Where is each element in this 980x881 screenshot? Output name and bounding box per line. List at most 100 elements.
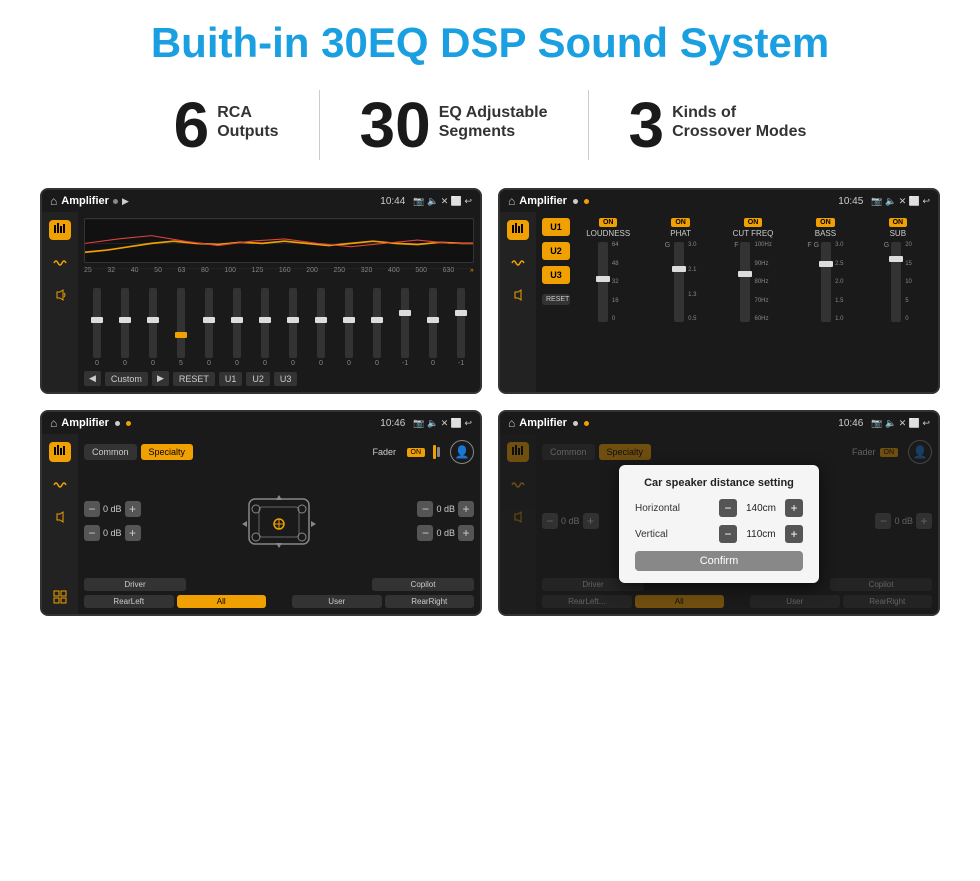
fader-sidebar-speaker-icon[interactable]: [53, 510, 67, 526]
eq-next-btn[interactable]: ▶: [152, 371, 169, 386]
crossover-title: Amplifier: [519, 195, 567, 207]
fader-vol-plus-1[interactable]: +: [125, 501, 141, 517]
cutfreq-on-badge[interactable]: ON: [744, 218, 763, 227]
eq-slider-4[interactable]: 5: [168, 288, 194, 367]
screenshots-grid: ⌂ Amplifier ▶ 10:44 📷 🔈 ✕ ⬜ ↩: [40, 188, 940, 616]
fader-on-toggle[interactable]: ON: [407, 448, 426, 457]
dialog-sidebar-wave-icon: [511, 478, 525, 494]
stat-label1-eq: EQ Adjustable: [439, 103, 548, 122]
fader-vol-minus-2[interactable]: −: [84, 525, 100, 541]
bass-slider[interactable]: [821, 242, 831, 322]
fader-profile-icon[interactable]: 👤: [450, 440, 474, 464]
eq-preset-custom[interactable]: Custom: [105, 372, 148, 386]
fader-btn-copilot[interactable]: Copilot: [372, 578, 474, 591]
fader-sidebar-wave-icon[interactable]: [53, 478, 67, 494]
dialog-vertical-plus[interactable]: +: [785, 525, 803, 543]
fader-vol-minus-1[interactable]: −: [84, 501, 100, 517]
eq-slider-9[interactable]: 0: [308, 288, 334, 367]
eq-slider-5[interactable]: 0: [196, 288, 222, 367]
dialog-horizontal-minus[interactable]: −: [719, 499, 737, 517]
crossover-sidebar-speaker-icon[interactable]: [511, 288, 525, 304]
loudness-vert-labels: 644832160: [612, 242, 619, 322]
dialog-status-icons: 📷 🔈 ✕ ⬜ ↩: [871, 418, 930, 429]
fader-vol-plus-2[interactable]: +: [125, 525, 141, 541]
eq-status-icons: 📷 🔈 ✕ ⬜ ↩: [413, 196, 472, 207]
eq-slider-11[interactable]: 0: [364, 288, 390, 367]
crossover-preset-u1[interactable]: U1: [542, 218, 570, 236]
crossover-home-icon: ⌂: [508, 194, 515, 208]
fader-content: Common Specialty Fader ON 👤: [42, 434, 480, 614]
eq-u1-btn[interactable]: U1: [219, 372, 243, 386]
eq-sidebar: [42, 212, 78, 392]
dialog-sidebar: [500, 434, 536, 614]
fader-tab-common[interactable]: Common: [84, 444, 137, 460]
eq-play-icon: ▶: [122, 196, 129, 207]
eq-sidebar-speaker-icon[interactable]: [53, 288, 67, 304]
dialog-horizontal-plus[interactable]: +: [785, 499, 803, 517]
dialog-vertical-row: Vertical − 110cm +: [635, 525, 803, 543]
phat-on-badge[interactable]: ON: [671, 218, 690, 227]
eq-graph: [84, 218, 474, 263]
eq-main-area: 253240506380100125160200250320400500630 …: [78, 212, 480, 392]
cutfreq-slider[interactable]: [740, 242, 750, 322]
dialog-horizontal-label: Horizontal: [635, 503, 695, 514]
eq-slider-7[interactable]: 0: [252, 288, 278, 367]
stat-label2-rca: Outputs: [217, 122, 278, 141]
eq-sidebar-wave-icon[interactable]: [53, 256, 67, 272]
page-container: Buith-in 30EQ DSP Sound System 6 RCA Out…: [0, 0, 980, 636]
fader-status-bar: ⌂ Amplifier 10:46 📷 🔈 ✕ ⬜ ↩: [42, 412, 480, 434]
fader-vol-plus-4[interactable]: +: [458, 525, 474, 541]
fader-sidebar-eq-icon[interactable]: [49, 442, 71, 462]
eq-slider-8[interactable]: 0: [280, 288, 306, 367]
crossover-status-icons: 📷 🔈 ✕ ⬜ ↩: [871, 196, 930, 207]
crossover-status-bar: ⌂ Amplifier 10:45 📷 🔈 ✕ ⬜ ↩: [500, 190, 938, 212]
fader-btn-rearright[interactable]: RearRight: [385, 595, 475, 608]
car-speaker-dialog[interactable]: Car speaker distance setting Horizontal …: [619, 465, 819, 583]
loudness-slider[interactable]: [598, 242, 608, 322]
fader-sidebar-expand-icon[interactable]: [53, 590, 67, 606]
eq-slider-1[interactable]: 0: [84, 288, 110, 367]
fader-status-time: 10:46: [380, 418, 405, 429]
fader-vol-minus-3[interactable]: −: [417, 501, 433, 517]
crossover-reset-btn[interactable]: RESET: [542, 294, 570, 305]
bass-label: BASS: [815, 229, 836, 238]
eq-slider-2[interactable]: 0: [112, 288, 138, 367]
fader-btn-all[interactable]: All: [177, 595, 267, 608]
fader-btn-driver[interactable]: Driver: [84, 578, 186, 591]
eq-slider-14[interactable]: -1: [448, 288, 474, 367]
fader-btn-rearleft[interactable]: RearLeft: [84, 595, 174, 608]
fader-vol-minus-4[interactable]: −: [417, 525, 433, 541]
eq-slider-3[interactable]: 0: [140, 288, 166, 367]
eq-slider-10[interactable]: 0: [336, 288, 362, 367]
fader-tab-specialty[interactable]: Specialty: [141, 444, 194, 460]
eq-u2-btn[interactable]: U2: [246, 372, 270, 386]
eq-slider-13[interactable]: 0: [420, 288, 446, 367]
sub-on-badge[interactable]: ON: [889, 218, 908, 227]
crossover-preset-u3[interactable]: U3: [542, 266, 570, 284]
fader-btn-user[interactable]: User: [292, 595, 382, 608]
crossover-sidebar-wave-icon[interactable]: [511, 256, 525, 272]
stat-desc-rca: RCA Outputs: [217, 93, 278, 141]
fader-status-icons: 📷 🔈 ✕ ⬜ ↩: [413, 418, 472, 429]
dialog-vertical-minus[interactable]: −: [719, 525, 737, 543]
crossover-preset-u2[interactable]: U2: [542, 242, 570, 260]
dialog-confirm-button[interactable]: Confirm: [635, 551, 803, 571]
eq-slider-12[interactable]: -1: [392, 288, 418, 367]
phat-slider[interactable]: [674, 242, 684, 322]
phat-vert-labels: 3.02.11.30.5: [688, 242, 696, 322]
eq-reset-btn[interactable]: RESET: [173, 372, 215, 386]
dialog-title: Amplifier: [519, 417, 567, 429]
eq-sidebar-eq-icon[interactable]: [49, 220, 71, 240]
crossover-sidebar-eq-icon[interactable]: [507, 220, 529, 240]
eq-slider-6[interactable]: 0: [224, 288, 250, 367]
eq-prev-btn[interactable]: ◀: [84, 371, 101, 386]
stat-rca: 6 RCA Outputs: [134, 93, 319, 157]
sub-slider[interactable]: [891, 242, 901, 322]
cutfreq-label: CUT FREQ: [733, 229, 774, 238]
eq-u3-btn[interactable]: U3: [274, 372, 298, 386]
dialog-status-time: 10:46: [838, 418, 863, 429]
fader-screen: ⌂ Amplifier 10:46 📷 🔈 ✕ ⬜ ↩: [40, 410, 482, 616]
bass-on-badge[interactable]: ON: [816, 218, 835, 227]
fader-vol-plus-3[interactable]: +: [458, 501, 474, 517]
loudness-on-badge[interactable]: ON: [599, 218, 618, 227]
